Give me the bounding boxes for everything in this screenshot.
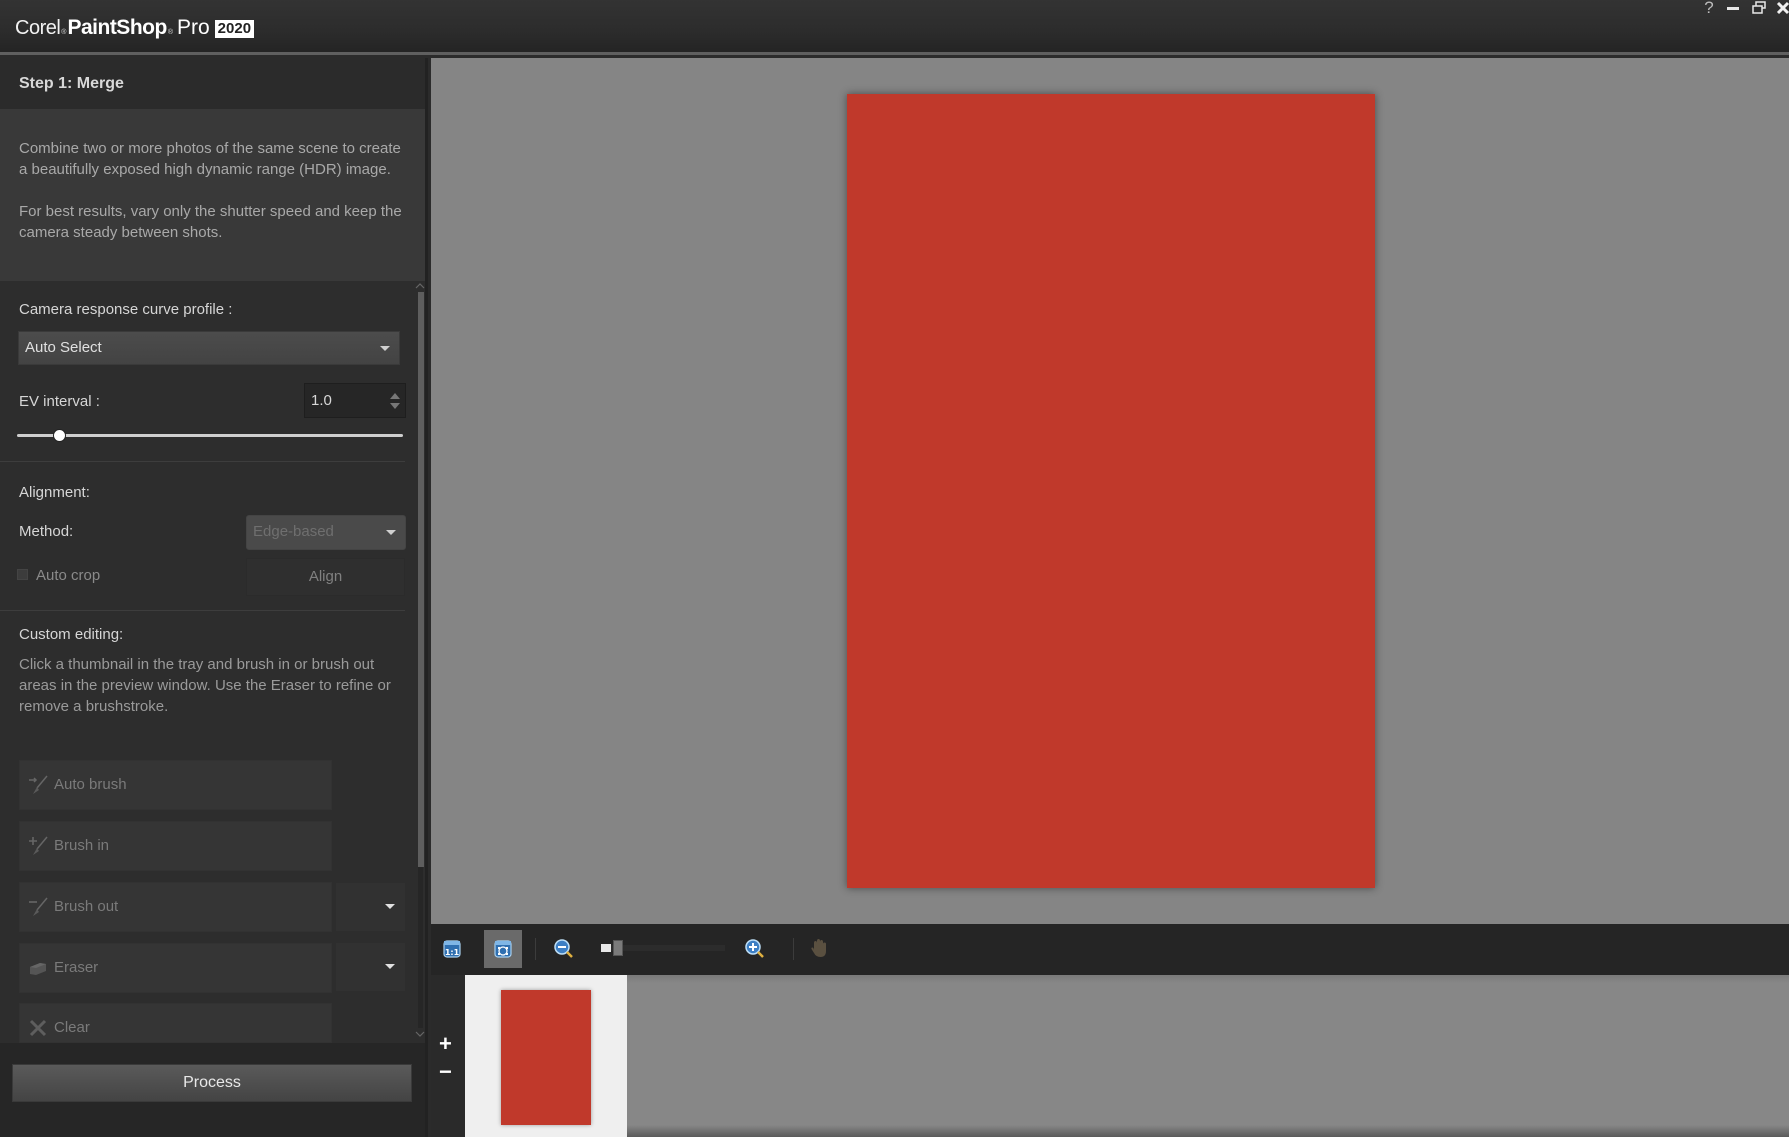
brush-out-options-dropdown[interactable]	[336, 943, 405, 991]
clear-button[interactable]: Clear	[19, 1003, 332, 1043]
camera-response-value: Auto Select	[25, 339, 102, 356]
chevron-down-icon	[385, 904, 395, 909]
eraser-icon	[30, 963, 46, 975]
app-logo: Corel ® PaintShop ® Pro 2020	[15, 16, 255, 40]
chevron-down-icon	[385, 964, 395, 969]
fit-to-window-button[interactable]	[484, 930, 522, 968]
brand-paintshop: PaintShop	[67, 16, 167, 39]
eraser-label: Eraser	[54, 959, 99, 976]
ev-interval-label: EV interval :	[19, 393, 100, 410]
brush-out-icon	[29, 897, 48, 916]
zoom-slider-thumb[interactable]	[612, 940, 623, 956]
brush-out-label: Brush out	[54, 898, 119, 915]
actual-size-icon: 1:1	[443, 940, 461, 958]
brush-in-icon	[29, 836, 48, 855]
painted-diamond-pattern-image	[847, 94, 1375, 888]
camera-response-dropdown[interactable]: Auto Select	[18, 331, 400, 365]
ev-interval-value: 1.0	[311, 392, 332, 409]
brand-pro: Pro	[176, 16, 210, 39]
fit-to-window-icon	[494, 940, 512, 958]
process-area: Process	[0, 1043, 425, 1137]
pan-button[interactable]	[801, 930, 839, 968]
toolbar-separator	[535, 938, 536, 960]
brand-year: 2020	[214, 20, 255, 38]
toolbar-separator	[793, 938, 794, 960]
photo-tray	[465, 975, 627, 1137]
scroll-down-icon[interactable]	[415, 1030, 425, 1038]
zoom-in-icon	[745, 939, 764, 958]
zoom-slider-fill	[601, 944, 611, 952]
close-button[interactable]	[1772, 0, 1789, 18]
restore-icon	[1752, 1, 1766, 14]
remove-photo-button[interactable]: −	[439, 1061, 452, 1083]
close-icon	[1776, 1, 1789, 15]
zoom-out-icon	[554, 939, 573, 958]
ev-slider-thumb[interactable]	[53, 429, 67, 442]
auto-crop-checkbox[interactable]	[17, 569, 28, 580]
preview-window[interactable]	[431, 58, 1789, 924]
auto-brush-icon	[29, 775, 48, 794]
brush-in-label: Brush in	[54, 837, 110, 854]
auto-brush-label: Auto brush	[54, 776, 127, 793]
ev-interval-spinbox[interactable]: 1.0	[304, 383, 406, 418]
description-tip: For best results, vary only the shutter …	[19, 203, 402, 241]
hdr-merge-panel: Step 1: Merge Combine two or more photos…	[0, 58, 428, 1137]
brush-in-button[interactable]: Brush in	[19, 821, 332, 871]
section-divider	[0, 610, 405, 611]
zoom-in-button[interactable]	[736, 930, 774, 968]
tray-empty-area	[627, 975, 1789, 1137]
custom-editing-instructions: Click a thumbnail in the tray and brush …	[19, 656, 391, 715]
step-title: Step 1: Merge	[19, 75, 124, 92]
auto-brush-button[interactable]: Auto brush	[19, 760, 332, 810]
panel-scrollbar[interactable]	[415, 282, 425, 1040]
scroll-up-icon[interactable]	[415, 282, 425, 290]
spin-arrows-icon[interactable]	[389, 390, 401, 412]
alignment-method-dropdown[interactable]: Edge-based	[246, 515, 406, 550]
step-header: Step 1: Merge	[0, 58, 425, 109]
tray-thumbnail[interactable]	[501, 990, 591, 1125]
zoom-out-button[interactable]	[545, 930, 583, 968]
camera-response-label: Camera response curve profile :	[19, 301, 233, 318]
process-button[interactable]: Process	[12, 1064, 412, 1102]
brush-out-button[interactable]: Brush out	[19, 882, 332, 932]
actual-size-button[interactable]: 1:1	[433, 930, 471, 968]
auto-crop-label: Auto crop	[36, 567, 101, 584]
description-text: Combine two or more photos of the same s…	[19, 140, 401, 178]
brush-in-options-dropdown[interactable]	[336, 883, 405, 931]
eraser-button[interactable]: Eraser	[19, 943, 332, 993]
restore-button[interactable]	[1748, 0, 1770, 18]
minimize-icon	[1727, 7, 1739, 10]
description-box: Combine two or more photos of the same s…	[0, 109, 425, 281]
help-icon: ?	[1704, 0, 1714, 17]
title-bar: Corel ® PaintShop ® Pro 2020 ?	[0, 0, 1789, 55]
help-button[interactable]: ?	[1698, 0, 1720, 18]
brand-corel: Corel	[15, 17, 61, 39]
alignment-heading: Alignment:	[19, 484, 90, 501]
method-label: Method:	[19, 523, 74, 540]
pan-hand-icon	[811, 939, 826, 957]
minimize-button[interactable]	[1722, 0, 1744, 18]
section-divider	[0, 461, 405, 462]
zoom-slider[interactable]	[601, 940, 725, 956]
preview-image[interactable]	[847, 94, 1375, 888]
clear-icon	[29, 1019, 47, 1037]
chevron-down-icon	[380, 346, 390, 351]
custom-editing-heading: Custom editing:	[19, 626, 124, 643]
clear-label: Clear	[54, 1019, 90, 1036]
scroll-thumb[interactable]	[418, 292, 424, 867]
ev-interval-slider[interactable]	[17, 429, 403, 442]
alignment-method-value: Edge-based	[253, 523, 334, 540]
add-photo-button[interactable]: +	[439, 1033, 452, 1055]
chevron-down-icon	[386, 530, 396, 535]
align-button[interactable]: Align	[246, 558, 405, 596]
view-toolbar: 1:1	[431, 924, 1789, 975]
svg-text:1:1: 1:1	[445, 948, 460, 957]
thumbnail-image	[501, 990, 591, 1125]
tray-controls: + −	[431, 975, 465, 1137]
